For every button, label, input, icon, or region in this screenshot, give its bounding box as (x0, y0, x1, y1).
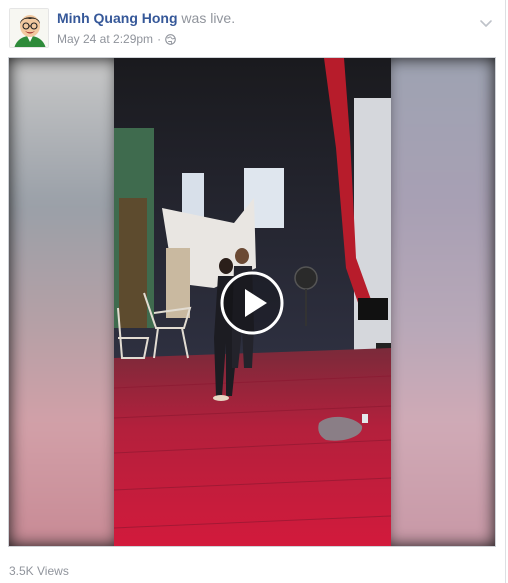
live-video-post: Minh Quang Hong was live. May 24 at 2:29… (0, 0, 506, 583)
post-timestamp-link[interactable]: May 24 at 2:29pm (57, 32, 153, 46)
video-blur-right (385, 58, 495, 546)
chevron-down-icon[interactable] (479, 17, 493, 29)
play-icon[interactable] (219, 270, 285, 336)
avatar[interactable] (9, 8, 49, 48)
post-meta: May 24 at 2:29pm · (57, 32, 176, 46)
avatar-image (10, 9, 48, 47)
video-blur-left (9, 58, 119, 546)
meta-separator: · (157, 32, 162, 46)
video-player[interactable] (8, 57, 496, 547)
author-name-link[interactable]: Minh Quang Hong (57, 10, 178, 26)
post-header: Minh Quang Hong was live. May 24 at 2:29… (9, 8, 505, 50)
post-action-text: was live. (181, 10, 236, 26)
globe-icon[interactable] (165, 33, 176, 45)
view-count[interactable]: 3.5K Views (9, 564, 69, 578)
post-title-line: Minh Quang Hong was live. (57, 10, 235, 26)
